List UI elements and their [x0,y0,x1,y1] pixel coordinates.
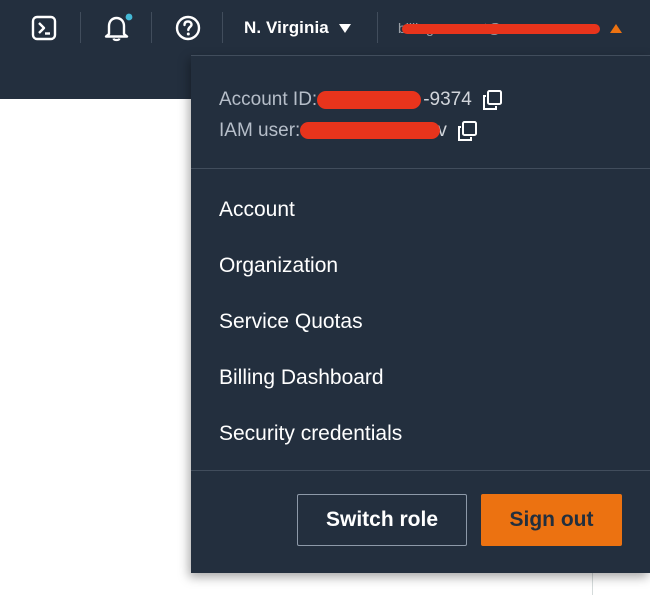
redaction-mark [300,121,441,139]
account-menu-label: billing-account@... [398,18,602,38]
question-circle-icon [175,15,201,41]
copy-icon[interactable] [481,89,503,111]
nav-separator [377,12,378,43]
help-button[interactable] [170,12,206,44]
menu-divider [191,470,650,471]
iam-user-value: v [300,120,447,142]
account-id-redacted [317,90,423,110]
iam-user-redacted [300,121,441,141]
terminal-icon [31,15,57,41]
nav-separator [80,12,81,43]
sign-out-button[interactable]: Sign out [481,494,622,546]
menu-item-account[interactable]: Account [191,188,650,232]
menu-divider [191,168,650,169]
account-id-suffix: -9374 [423,89,472,110]
bell-icon [104,13,133,42]
account-id-value: -9374 [317,89,472,111]
region-label: N. Virginia [244,18,329,37]
caret-down-icon [338,23,351,33]
menu-item-service-quotas[interactable]: Service Quotas [191,300,650,344]
nav-separator [151,12,152,43]
account-dropdown-menu: Account ID: -9374 IAM user: v Account Or… [191,55,650,573]
account-menu-button[interactable]: billing-account@... [398,12,628,44]
menu-item-security-credentials[interactable]: Security credentials [191,412,650,456]
region-selector[interactable]: N. Virginia [244,12,356,44]
iam-user-label: IAM user: [219,120,301,141]
account-id-row: Account ID: -9374 [219,87,503,113]
iam-user-row: IAM user: v [219,118,478,144]
redaction-mark [317,90,422,109]
cloudshell-button[interactable] [28,12,60,44]
caret-up-icon [610,23,622,33]
menu-item-organization[interactable]: Organization [191,244,650,288]
account-id-label: Account ID: [219,89,318,110]
menu-item-billing-dashboard[interactable]: Billing Dashboard [191,356,650,400]
notification-badge [125,13,133,21]
page-content-border [592,570,593,595]
copy-icon[interactable] [456,120,478,142]
redaction-mark [402,24,600,34]
notifications-button[interactable] [100,12,134,44]
nav-separator [222,12,223,43]
switch-role-button[interactable]: Switch role [297,494,467,546]
